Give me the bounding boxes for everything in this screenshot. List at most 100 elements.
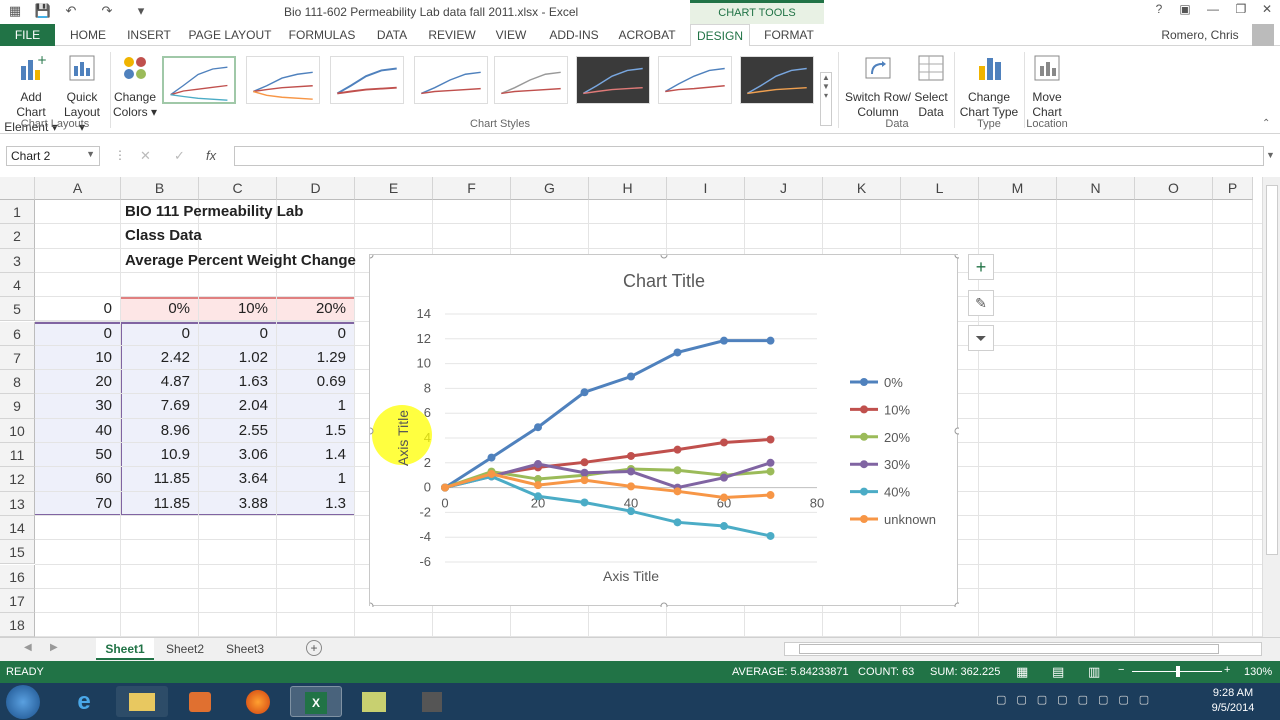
row-header[interactable]: 16 [0,564,35,589]
chart-elements-button[interactable]: + [968,254,994,280]
tab-acrobat[interactable]: ACROBAT [614,24,680,46]
cancel-icon[interactable]: ✕ [140,148,151,164]
chart-style-2[interactable] [246,56,320,104]
row-header[interactable]: 10 [0,418,35,443]
data-point[interactable] [534,492,542,501]
column-header[interactable]: D [277,177,355,200]
collapse-ribbon-icon[interactable]: ⌃ [1262,118,1270,129]
chart-style-4[interactable] [414,56,488,104]
chart-styles-button[interactable]: ✎ [968,290,994,316]
tab-formulas[interactable]: FORMULAS [286,24,358,46]
new-sheet-icon[interactable]: + [306,640,322,656]
chart-style-6[interactable] [576,56,650,104]
legend-entry[interactable]: unknown [884,512,936,527]
enter-icon[interactable]: ✓ [174,148,185,164]
vertical-scrollbar[interactable] [1262,177,1280,637]
system-tray-icons[interactable]: ▢▢▢▢▢▢▢▢ [996,693,1166,709]
chart-style-3[interactable] [330,56,404,104]
data-point[interactable] [766,467,775,476]
data-point[interactable] [534,460,542,469]
cell-b11[interactable]: 10.9 [121,443,199,468]
cell-a9[interactable]: 30 [35,394,121,419]
normal-view-icon[interactable]: ▦ [1016,664,1028,680]
tab-page-layout[interactable]: PAGE LAYOUT [186,24,274,46]
cell-c10[interactable]: 2.55 [199,418,277,443]
cell-a5[interactable]: 0 [35,297,121,322]
tab-data[interactable]: DATA [370,24,414,46]
sheet-tab-sheet3[interactable]: Sheet3 [216,638,274,660]
data-point[interactable] [627,372,635,381]
cell-a11[interactable]: 50 [35,443,121,468]
chart-style-5[interactable] [494,56,568,104]
row-header[interactable]: 3 [0,248,35,273]
restore-icon[interactable]: ❐ [1230,2,1252,20]
cell-c5[interactable]: 10% [199,297,277,322]
resize-handle[interactable] [954,602,962,610]
data-point[interactable] [720,493,728,502]
data-point[interactable] [487,469,496,478]
column-header[interactable]: O [1135,177,1213,200]
data-point[interactable] [673,518,682,527]
scroll-right-icon[interactable]: ▶ [50,642,58,653]
resize-handle[interactable] [660,251,668,259]
data-point[interactable] [766,531,775,540]
data-point[interactable] [766,336,775,345]
legend-entry[interactable]: 40% [884,485,910,500]
chart-area[interactable]: Chart Title-6-4-202468101214020406080Axi… [366,251,962,610]
resize-handle[interactable] [366,251,374,259]
cell-c9[interactable]: 2.04 [199,394,277,419]
ribbon-display-icon[interactable]: ▣ [1174,2,1196,20]
page-layout-view-icon[interactable]: ▤ [1052,664,1064,680]
row-header[interactable]: 15 [0,540,35,565]
excel-taskbar-icon[interactable]: X [290,686,342,717]
data-point[interactable] [627,467,635,476]
chart-filters-button[interactable]: ⏷ [968,325,994,351]
data-point[interactable] [766,491,775,500]
data-point[interactable] [441,483,449,492]
save-icon[interactable]: 💾 [34,3,52,19]
tab-format[interactable]: FORMAT [758,24,820,46]
cell-b2[interactable]: Class Data [121,224,206,248]
cell-d13[interactable]: 1.3 [277,491,355,516]
scroll-left-icon[interactable]: ◀ [24,642,32,653]
data-point[interactable] [766,458,775,467]
avatar[interactable] [1252,24,1274,46]
cell-c8[interactable]: 1.63 [199,370,277,395]
cell-c11[interactable]: 3.06 [199,443,277,468]
cell-a6[interactable]: 0 [35,321,121,346]
row-header[interactable]: 8 [0,370,35,395]
column-header[interactable]: H [589,177,667,200]
internet-explorer-icon[interactable]: e [58,686,110,717]
column-header[interactable]: G [511,177,589,200]
column-header[interactable]: A [35,177,121,200]
chart-style-8[interactable] [740,56,814,104]
formula-input[interactable] [234,146,1264,166]
data-point[interactable] [673,466,682,475]
redo-icon[interactable]: ↷ [98,3,116,19]
cell-b9[interactable]: 7.69 [121,394,199,419]
x-axis-title[interactable]: Axis Title [603,568,659,584]
undo-icon[interactable]: ↶ [62,3,80,19]
cell-a13[interactable]: 70 [35,491,121,516]
sheet-tab-sheet2[interactable]: Sheet2 [156,638,214,660]
cell-d5[interactable]: 20% [277,297,355,322]
legend-entry[interactable]: 20% [884,430,910,445]
column-header[interactable]: J [745,177,823,200]
row-header[interactable]: 13 [0,491,35,516]
start-button[interactable] [6,685,40,719]
row-header[interactable]: 11 [0,443,35,468]
tab-view[interactable]: VIEW [490,24,532,46]
cell-d11[interactable]: 1.4 [277,443,355,468]
legend-entry[interactable]: 30% [884,457,910,472]
chart-title[interactable]: Chart Title [623,271,705,291]
page-break-view-icon[interactable]: ▥ [1088,664,1100,680]
cell-b10[interactable]: 8.96 [121,418,199,443]
excel-app-icon[interactable]: ▦ [6,3,24,19]
scroll-thumb[interactable] [1266,185,1278,555]
cell-a8[interactable]: 20 [35,370,121,395]
user-name[interactable]: Romero, Chris [1150,24,1250,46]
horizontal-scrollbar[interactable] [784,642,1262,656]
cell-d10[interactable]: 1.5 [277,418,355,443]
row-header[interactable]: 18 [0,613,35,637]
minimize-icon[interactable]: — [1202,2,1224,20]
